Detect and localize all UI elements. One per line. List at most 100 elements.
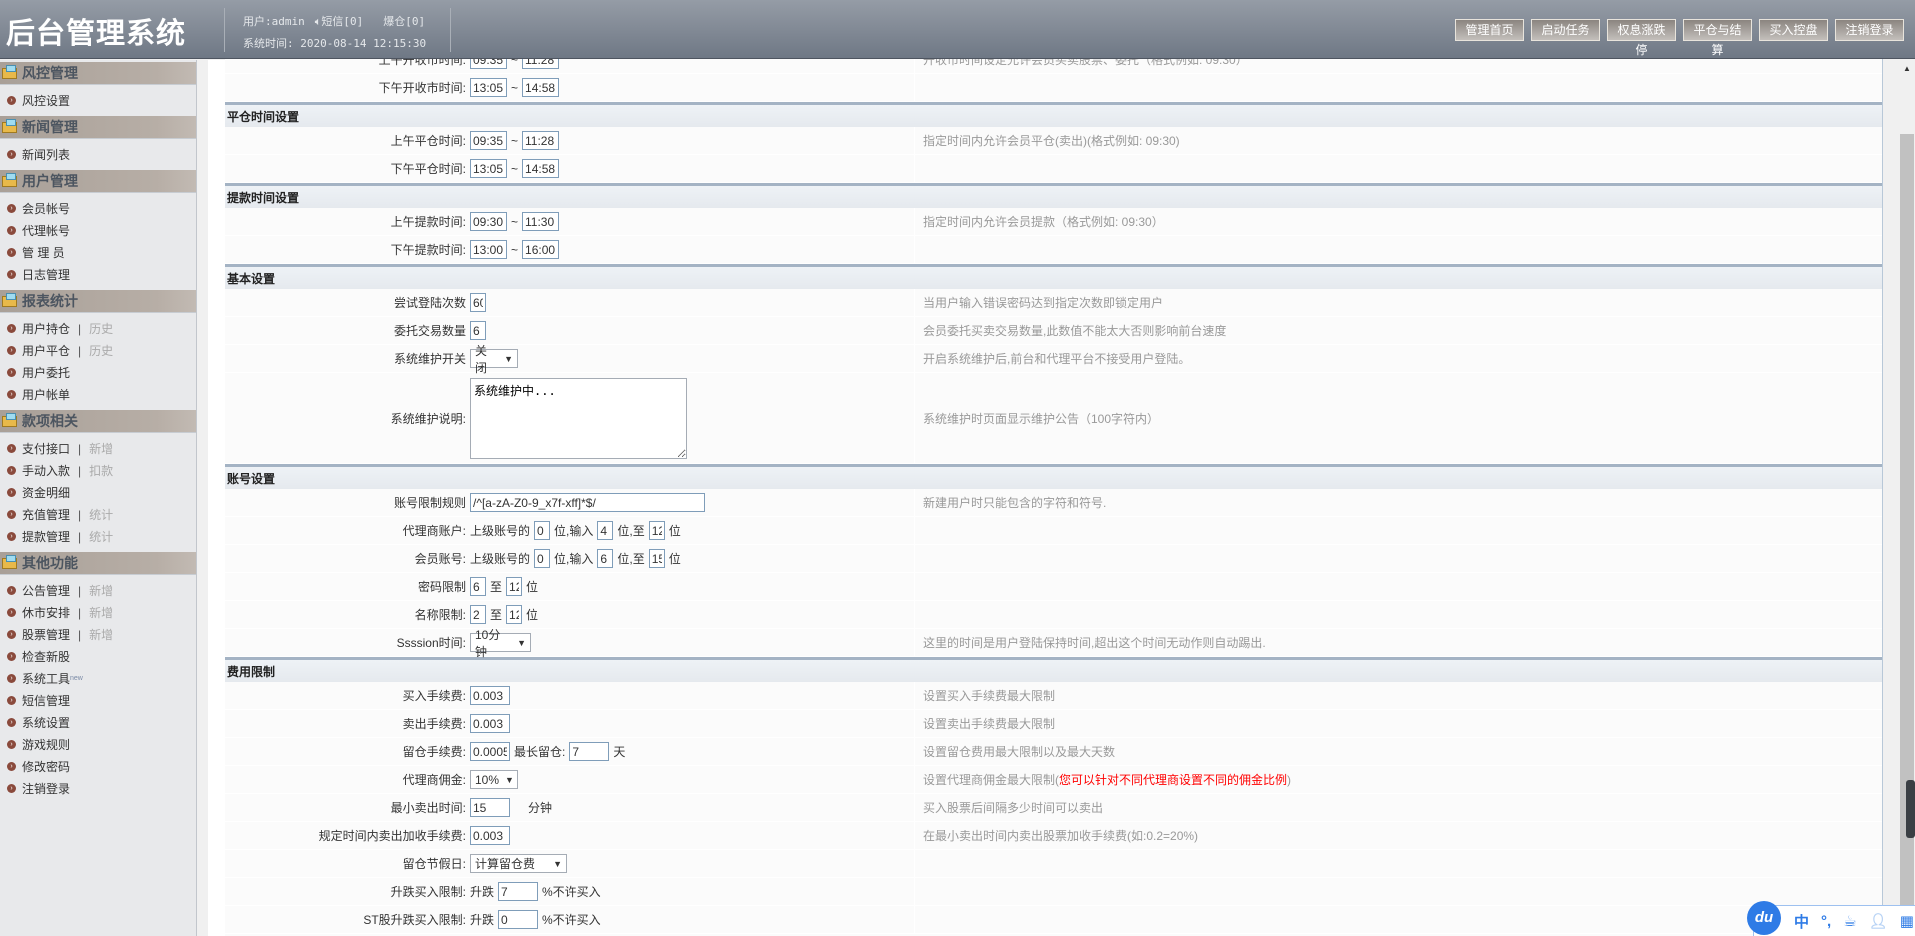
punctuation-icon[interactable]: °,: [1821, 913, 1831, 930]
agent-prefix-input[interactable]: [534, 521, 551, 540]
member-prefix-input[interactable]: [534, 549, 551, 568]
sidebar-sub-link[interactable]: 新增: [78, 626, 113, 643]
grid-icon[interactable]: ▦: [1900, 912, 1914, 930]
holiday-select[interactable]: 计算留仓费 ▼: [470, 854, 567, 873]
account-rule-input[interactable]: [470, 493, 705, 512]
side-widget[interactable]: [1906, 780, 1915, 838]
liquidation-link[interactable]: 爆仓[0]: [383, 15, 425, 28]
am-close-to-input[interactable]: [522, 131, 560, 150]
name-min-input[interactable]: [470, 605, 486, 624]
sidebar-item[interactable]: › 公告管理新增: [0, 579, 196, 601]
chevron-right-icon: ›: [7, 149, 16, 159]
sidebar-sub-link[interactable]: 历史: [78, 342, 113, 359]
sidebar-item[interactable]: › 充值管理统计: [0, 503, 196, 525]
sidebar-sub-link[interactable]: 新增: [78, 440, 113, 457]
sidebar-sub-link[interactable]: 统计: [78, 528, 113, 545]
member-min-input[interactable]: [597, 549, 614, 568]
field-label: 系统维护说明:: [390, 411, 466, 426]
sidebar-item[interactable]: › 风控设置: [0, 89, 196, 111]
limit-up-down-button[interactable]: 权息涨跌停: [1607, 19, 1676, 57]
sidebar-item[interactable]: › 支付接口新增: [0, 437, 196, 459]
sidebar-item[interactable]: › 手动入款扣款: [0, 459, 196, 481]
password-min-input[interactable]: [470, 577, 486, 596]
am-market-open-input[interactable]: [470, 59, 507, 69]
pm-close-to-input[interactable]: [522, 159, 560, 178]
name-max-input[interactable]: [506, 605, 523, 624]
am-market-close-input[interactable]: [522, 59, 560, 69]
sidebar-item[interactable]: › 检查新股: [0, 645, 196, 667]
sidebar-item[interactable]: › 用户委托: [0, 361, 196, 383]
start-task-button[interactable]: 启动任务: [1531, 19, 1600, 41]
am-withdraw-from-input[interactable]: [470, 212, 507, 231]
am-withdraw-to-input[interactable]: [522, 212, 560, 231]
sidebar-sub-link[interactable]: 扣款: [78, 462, 113, 479]
sidebar-item[interactable]: › 修改密码: [0, 755, 196, 777]
session-select[interactable]: 10分钟 ▼: [470, 628, 531, 659]
user-icon[interactable]: 👤︎: [1869, 912, 1888, 930]
pm-withdraw-to-input[interactable]: [522, 240, 560, 259]
admin-home-button[interactable]: 管理首页: [1455, 19, 1524, 41]
member-max-input[interactable]: [648, 549, 665, 568]
sidebar-item[interactable]: › 短信管理: [0, 689, 196, 711]
max-hold-days-input[interactable]: [569, 742, 610, 761]
sidebar-item[interactable]: › 资金明细: [0, 481, 196, 503]
sidebar-group-header[interactable]: 新闻管理: [0, 116, 196, 139]
baidu-ime-logo-icon[interactable]: du: [1747, 901, 1781, 935]
buy-fee-input[interactable]: [470, 686, 510, 705]
sidebar-item[interactable]: › 提款管理统计: [0, 525, 196, 547]
sidebar-item[interactable]: › 游戏规则: [0, 733, 196, 755]
pm-close-from-input[interactable]: [470, 159, 507, 178]
sell-fee-input[interactable]: [470, 714, 510, 733]
password-max-input[interactable]: [506, 577, 523, 596]
agent-max-input[interactable]: [648, 521, 665, 540]
buy-control-button[interactable]: 买入控盘: [1759, 19, 1828, 41]
sidebar-item[interactable]: › 休市安排新增: [0, 601, 196, 623]
sidebar-group-header[interactable]: 报表统计: [0, 290, 196, 313]
order-count-input[interactable]: [470, 321, 486, 340]
sidebar-item[interactable]: › 系统工具 new: [0, 667, 196, 689]
min-sell-time-input[interactable]: [470, 798, 510, 817]
maintenance-note-textarea[interactable]: 系统维护中...: [470, 377, 687, 459]
am-close-from-input[interactable]: [470, 131, 507, 150]
sidebar-item[interactable]: › 管 理 员: [0, 241, 196, 263]
pm-market-close-input[interactable]: [522, 78, 560, 97]
sidebar-group-header[interactable]: 其他功能: [0, 552, 196, 575]
field-label: 升跌买入限制:: [390, 885, 466, 899]
sidebar-sub-link[interactable]: 历史: [78, 320, 113, 337]
logout-button[interactable]: 注销登录: [1835, 19, 1904, 41]
sidebar-sub-link[interactable]: 新增: [78, 604, 113, 621]
sidebar-item[interactable]: › 新闻列表: [0, 143, 196, 165]
hold-fee-input[interactable]: [470, 742, 510, 761]
sidebar-item[interactable]: › 代理帐号: [0, 219, 196, 241]
cup-icon[interactable]: ☕︎: [1843, 912, 1856, 930]
sidebar-group-header[interactable]: 风控管理: [0, 62, 196, 85]
extra-fee-input[interactable]: [470, 826, 510, 845]
st-limit-input[interactable]: [498, 910, 539, 929]
agent-min-input[interactable]: [597, 521, 614, 540]
sidebar-item[interactable]: › 股票管理新增: [0, 623, 196, 645]
sidebar-item[interactable]: › 用户平仓历史: [0, 339, 196, 361]
pm-withdraw-from-input[interactable]: [470, 240, 507, 259]
commission-select[interactable]: 10% ▼: [470, 770, 518, 789]
text: 天: [613, 745, 626, 759]
sidebar-group-header[interactable]: 款项相关: [0, 410, 196, 433]
scroll-up-icon[interactable]: ▲: [1899, 64, 1915, 73]
maintenance-select[interactable]: 关闭 ▼: [470, 344, 518, 375]
sidebar-sub-link[interactable]: 新增: [78, 582, 113, 599]
pm-market-open-input[interactable]: [470, 78, 507, 97]
sidebar-item[interactable]: › 用户持仓历史: [0, 317, 196, 339]
settlement-button[interactable]: 平仓与结算: [1683, 19, 1752, 57]
sms-link[interactable]: 🔈︎短信[0]: [315, 15, 373, 28]
rise-limit-input[interactable]: [498, 882, 539, 901]
chinese-mode-icon[interactable]: 中: [1794, 911, 1809, 932]
sidebar-group-header[interactable]: 用户管理: [0, 170, 196, 193]
sidebar-sub-link[interactable]: 统计: [78, 506, 113, 523]
sidebar-item[interactable]: › 系统设置: [0, 711, 196, 733]
field-label: 下午开收市时间:: [378, 81, 466, 95]
sidebar-item[interactable]: › 会员帐号: [0, 197, 196, 219]
sidebar-item[interactable]: › 用户帐单: [0, 383, 196, 405]
login-attempts-input[interactable]: [470, 293, 486, 312]
sidebar-item[interactable]: › 日志管理: [0, 263, 196, 285]
text: 位,至: [617, 552, 645, 566]
sidebar-item[interactable]: › 注销登录: [0, 777, 196, 799]
